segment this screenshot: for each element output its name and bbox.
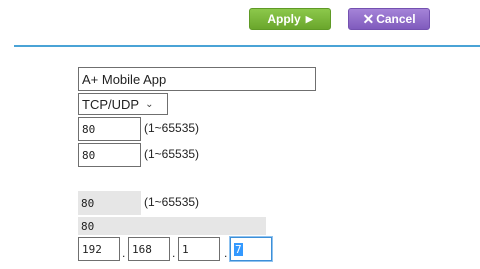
external-end-port-input[interactable]: 80 bbox=[78, 143, 141, 167]
internal-start-port-field: 80 bbox=[78, 191, 141, 215]
ip-octet-1-input[interactable]: 192 bbox=[78, 237, 120, 261]
ip-separator: . bbox=[172, 246, 176, 260]
header-divider bbox=[14, 45, 480, 47]
external-start-port-hint: (1~65535) bbox=[144, 121, 200, 135]
protocol-value: TCP/UDP bbox=[82, 96, 140, 112]
play-arrow-icon: ▶ bbox=[305, 13, 313, 24]
ip-separator: . bbox=[122, 246, 126, 260]
protocol-select[interactable]: TCP/UDP ⌄ bbox=[78, 93, 168, 115]
external-end-port-hint: (1~65535) bbox=[144, 147, 200, 161]
service-name-value: A+ Mobile App bbox=[82, 71, 167, 87]
internal-end-port-field: 80 bbox=[78, 217, 266, 235]
service-name-input[interactable]: A+ Mobile App bbox=[78, 67, 316, 91]
ip-octet-4-input[interactable]: 7 bbox=[230, 237, 272, 261]
chevron-down-icon: ⌄ bbox=[145, 98, 154, 110]
external-end-port-value: 80 bbox=[82, 148, 96, 162]
external-start-port-input[interactable]: 80 bbox=[78, 117, 141, 141]
close-icon: ✕ bbox=[362, 10, 375, 27]
ip-octet-2-input[interactable]: 168 bbox=[128, 237, 170, 261]
apply-label: Apply bbox=[267, 12, 301, 26]
cancel-button[interactable]: ✕ Cancel bbox=[348, 8, 430, 30]
internal-start-port-value: 80 bbox=[81, 196, 95, 210]
external-start-port-value: 80 bbox=[82, 122, 96, 136]
ip-octet-3-value: 1 bbox=[182, 242, 189, 256]
ip-octet-3-input[interactable]: 1 bbox=[178, 237, 220, 261]
ip-octet-1-value: 192 bbox=[82, 242, 102, 256]
internal-end-port-value: 80 bbox=[81, 219, 95, 233]
ip-octet-4-value: 7 bbox=[234, 242, 243, 256]
apply-button[interactable]: Apply ▶ bbox=[249, 8, 331, 30]
ip-separator: . bbox=[224, 246, 228, 260]
internal-start-port-hint: (1~65535) bbox=[144, 195, 200, 209]
cancel-label: Cancel bbox=[376, 12, 416, 26]
ip-octet-2-value: 168 bbox=[132, 242, 152, 256]
